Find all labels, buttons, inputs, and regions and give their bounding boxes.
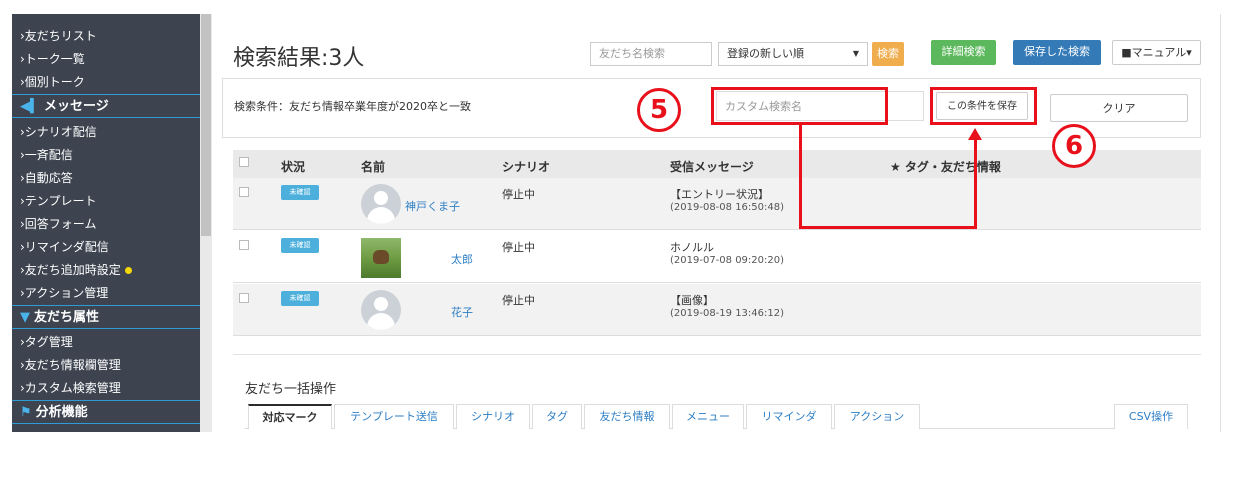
manual-button[interactable]: ■マニュアル▾ [1112, 40, 1201, 65]
select-all-checkbox[interactable] [239, 157, 249, 167]
search-button[interactable]: 検索 [872, 42, 904, 66]
sidebar-item-friend-list[interactable]: ›友だちリスト [20, 28, 97, 44]
message-time: (2019-08-08 16:50:48) [670, 202, 785, 213]
sidebar-item-talk-list[interactable]: ›トーク一覧 [20, 51, 85, 67]
annotation-arrow-vertical-left [799, 125, 802, 229]
annotation-number-6: 6 [1052, 124, 1096, 168]
sidebar-item-broadcast[interactable]: ›一斉配信 [20, 147, 73, 163]
column-status: 状況 [281, 160, 306, 174]
sidebar-scrollbar-thumb[interactable] [201, 14, 211, 236]
column-tag-info: ★ タグ・友だち情報 [890, 160, 1001, 174]
scenario-cell: 停止中 [502, 241, 535, 254]
content-right-border [1220, 14, 1221, 432]
row-checkbox[interactable] [239, 293, 249, 303]
sidebar-item-answer-form[interactable]: ›回答フォーム [20, 216, 96, 232]
avatar [361, 238, 401, 278]
sidebar-item-friend-add-settings[interactable]: ›友だち追加時設定 [20, 262, 132, 278]
detail-search-button[interactable]: 詳細検索 [931, 40, 996, 65]
friend-name-link[interactable]: 太郎 [451, 251, 473, 267]
message-cell: 【画像】 [670, 294, 714, 307]
sidebar-item-individual-talk[interactable]: ›個別トーク [20, 74, 85, 90]
friend-name-link[interactable]: 神戸くま子 [405, 198, 460, 214]
annotation-number-5: 5 [637, 88, 681, 132]
tab-reminder[interactable]: リマインダ [746, 404, 832, 429]
column-scenario: シナリオ [502, 160, 551, 174]
sidebar-item-template[interactable]: ›テンプレート [20, 193, 96, 209]
tab-menu[interactable]: メニュー [672, 404, 744, 429]
sidebar-item-tag[interactable]: ›タグ管理 [20, 334, 73, 350]
tab-tag[interactable]: タグ [532, 404, 582, 429]
clear-button[interactable]: クリア [1050, 94, 1188, 122]
message-time: (2019-08-19 13:46:12) [670, 308, 785, 319]
bulk-operations-title: 友だち一括操作 [245, 382, 337, 397]
scenario-cell: 停止中 [502, 294, 535, 307]
tab-action[interactable]: アクション [834, 404, 920, 429]
column-message: 受信メッセージ [670, 160, 754, 174]
sort-select-value: 登録の新しい順 [727, 47, 804, 60]
annotation-arrow-horizontal [799, 226, 977, 229]
book-icon: ■ [1121, 46, 1132, 59]
scenario-cell: 停止中 [502, 188, 535, 201]
sidebar-item-label: ›友だち追加時設定 [20, 263, 121, 277]
sidebar-section-friend-attr[interactable]: ▼ 友だち属性 [12, 305, 200, 329]
sidebar-item-friend-info-field[interactable]: ›友だち情報欄管理 [20, 357, 121, 373]
caret-down-icon: ▼ [852, 49, 859, 58]
sidebar-section-label: 友だち属性 [34, 310, 100, 325]
sidebar-section-label: 分析機能 [35, 405, 88, 420]
sidebar-item-action[interactable]: ›アクション管理 [20, 285, 108, 301]
status-badge: 未確認 [281, 185, 319, 200]
sidebar-item-reminder[interactable]: ›リマインダ配信 [20, 239, 109, 255]
sidebar-section-message[interactable]: ◀▍ メッセージ [12, 94, 200, 118]
message-cell: ホノルル [670, 241, 714, 254]
section-divider [233, 354, 1201, 355]
sidebar-item-auto-reply[interactable]: ›自動応答 [20, 170, 73, 186]
tab-scenario[interactable]: シナリオ [456, 404, 530, 429]
tab-friend-info[interactable]: 友だち情報 [584, 404, 670, 429]
filter-icon: ▼ [20, 310, 30, 325]
message-time: (2019-07-08 09:20:20) [670, 255, 785, 266]
arrow-up-icon [968, 128, 982, 140]
friend-name-link[interactable]: 花子 [451, 304, 473, 320]
app-root: ›友だちリスト ›トーク一覧 ›個別トーク ◀▍ メッセージ ›シナリオ配信 ›一… [0, 0, 1242, 480]
sidebar-item-custom-search[interactable]: ›カスタム検索管理 [20, 380, 121, 396]
tab-template-send[interactable]: テンプレート送信 [334, 404, 454, 429]
tab-response-mark[interactable]: 対応マーク [248, 404, 332, 429]
annotation-box-save-button [930, 87, 1037, 125]
annotation-arrow-vertical-right [974, 140, 977, 229]
flag-icon: ⚑ [20, 405, 32, 420]
sort-select[interactable]: 登録の新しい順 ▼ [718, 42, 868, 66]
avatar [361, 290, 401, 330]
sidebar-section-label: メッセージ [44, 99, 109, 114]
column-name: 名前 [361, 160, 386, 174]
saved-search-button[interactable]: 保存した検索 [1013, 40, 1101, 65]
page-title: 検索結果:3人 [233, 46, 365, 71]
annotation-box-custom-name [711, 87, 888, 125]
sidebar-section-analysis[interactable]: ⚑ 分析機能 [12, 400, 200, 424]
avatar [361, 184, 401, 224]
message-cell: 【エントリー状況】 [670, 188, 769, 201]
manual-button-label: マニュアル▾ [1131, 46, 1192, 59]
row-checkbox[interactable] [239, 187, 249, 197]
friend-name-search-input[interactable]: 友だち名検索 [590, 42, 712, 66]
status-badge: 未確認 [281, 238, 319, 253]
status-badge: 未確認 [281, 291, 319, 306]
sidebar-item-scenario[interactable]: ›シナリオ配信 [20, 124, 97, 140]
megaphone-icon: ◀▍ [20, 99, 40, 114]
notification-dot [124, 267, 132, 274]
row-checkbox[interactable] [239, 240, 249, 250]
tab-csv[interactable]: CSV操作 [1114, 404, 1188, 429]
search-condition-text: 検索条件：友だち情報卒業年度が2020卒と一致 [234, 100, 471, 113]
